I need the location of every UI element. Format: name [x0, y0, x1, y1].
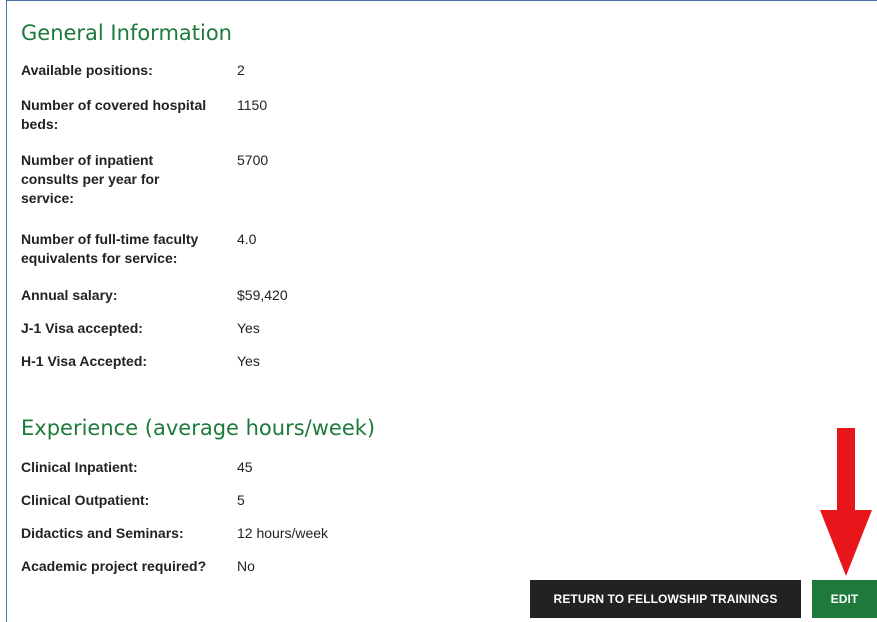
detail-label: Clinical Inpatient:: [21, 459, 138, 475]
detail-label: Clinical Outpatient:: [21, 492, 150, 508]
detail-label: Didactics and Seminars:: [21, 525, 184, 541]
detail-value: 2: [237, 62, 245, 78]
detail-label: Number of covered hospital beds:: [21, 97, 207, 132]
detail-value: 12 hours/week: [237, 525, 329, 541]
detail-label: Number of inpatient consults per year fo…: [21, 152, 160, 206]
general-information-heading: General Information: [21, 21, 232, 45]
detail-value: No: [237, 558, 255, 574]
edit-button[interactable]: EDIT: [812, 580, 877, 618]
detail-value: 45: [237, 459, 253, 475]
detail-value: 5700: [237, 152, 269, 168]
detail-value: 5: [237, 492, 245, 508]
detail-value: Yes: [237, 320, 260, 336]
down-arrow-icon: [820, 428, 872, 576]
return-to-fellowship-trainings-button[interactable]: RETURN TO FELLOWSHIP TRAININGS: [530, 580, 801, 618]
experience-heading: Experience (average hours/week): [21, 416, 376, 440]
detail-label: Available positions:: [21, 62, 153, 78]
fellowship-detail-panel: General Information Available positions:…: [6, 0, 877, 622]
detail-value: 1150: [237, 97, 268, 113]
arrow-shaft: [837, 428, 855, 520]
detail-label: Annual salary:: [21, 287, 118, 303]
detail-value: 4.0: [237, 231, 257, 247]
detail-label: J-1 Visa accepted:: [21, 320, 143, 336]
detail-value: Yes: [237, 353, 260, 369]
detail-value: $59,420: [237, 287, 288, 303]
detail-label: Number of full-time faculty equivalents …: [21, 231, 199, 266]
arrow-head: [820, 510, 872, 576]
detail-label: H-1 Visa Accepted:: [21, 353, 148, 369]
detail-label: Academic project required?: [21, 558, 207, 574]
